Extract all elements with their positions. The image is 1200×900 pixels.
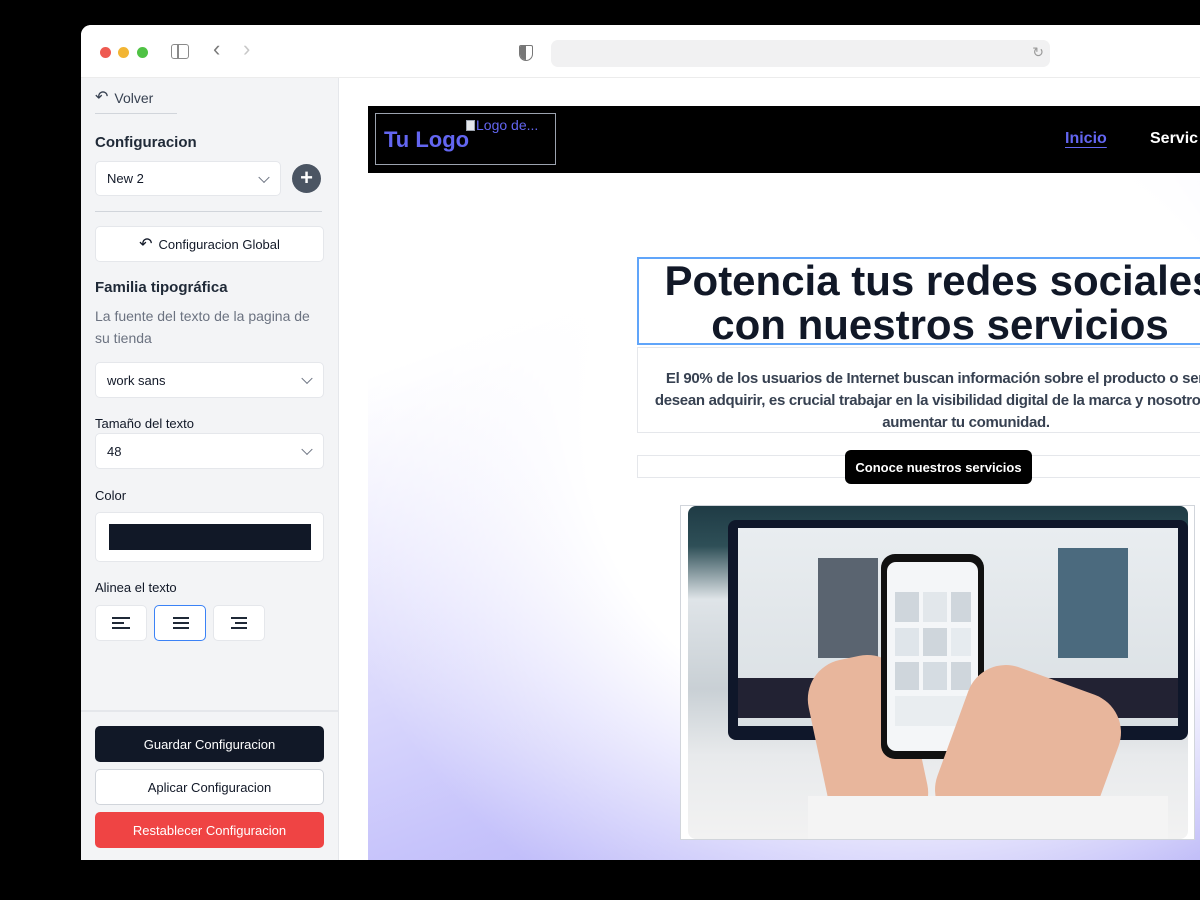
config-select[interactable]: New 2: [95, 161, 281, 196]
align-left-icon: [112, 617, 130, 632]
nav-link-servicios[interactable]: Servic: [1150, 130, 1198, 148]
color-picker[interactable]: [95, 512, 324, 562]
logo-text: Tu Logo: [384, 127, 470, 152]
align-right-icon: [231, 617, 249, 632]
text-size-select[interactable]: 48: [95, 433, 324, 469]
undo-arrow-icon: ↶: [139, 236, 153, 253]
chevron-down-icon: [258, 171, 270, 183]
site-navbar: Tu Logo Logo de... Inicio Servic: [368, 106, 1200, 173]
address-bar[interactable]: ↻: [551, 40, 1050, 67]
minimize-window-button[interactable]: [118, 47, 129, 58]
browser-window: ‹ › ↻ ↶ Volver Configuracion New 2 + ↶ C…: [81, 25, 1200, 860]
divider: [95, 211, 322, 212]
config-title: Configuracion: [95, 134, 197, 151]
forward-arrow-icon[interactable]: ›: [243, 38, 250, 60]
reset-config-button[interactable]: Restablecer Configuracion: [95, 812, 324, 848]
text-size-label: Tamaño del texto: [95, 416, 195, 431]
config-sidebar: ↶ Volver Configuracion New 2 + ↶ Configu…: [81, 78, 339, 860]
chevron-down-icon: [301, 372, 313, 385]
save-config-button[interactable]: Guardar Configuracion: [95, 726, 324, 762]
global-config-label: Configuracion Global: [158, 236, 280, 252]
font-family-select[interactable]: work sans: [95, 362, 324, 398]
close-window-button[interactable]: [100, 47, 111, 58]
align-center-button[interactable]: [154, 605, 206, 641]
add-config-button[interactable]: +: [292, 164, 321, 193]
hero-image: [688, 506, 1188, 839]
divider: [81, 710, 338, 712]
privacy-shield-icon[interactable]: [519, 45, 533, 61]
align-label: Alinea el texto: [95, 580, 177, 595]
broken-image-icon: [466, 119, 475, 131]
chevron-down-icon: [301, 443, 313, 456]
font-family-description: La fuente del texto de la pagina de su t…: [95, 308, 310, 346]
maximize-window-button[interactable]: [137, 47, 148, 58]
preview-pane: Tu Logo Logo de... Inicio Servic Potenci…: [340, 78, 1200, 860]
align-right-button[interactable]: [213, 605, 265, 641]
align-center-icon: [172, 617, 190, 632]
color-swatch[interactable]: [109, 524, 311, 550]
sidebar-toggle-icon[interactable]: [171, 44, 189, 59]
text-size-value: 48: [107, 443, 122, 459]
apply-config-button[interactable]: Aplicar Configuracion: [95, 769, 324, 805]
config-select-value: New 2: [107, 171, 144, 186]
hero-subtitle-block[interactable]: El 90% de los usuarios de Internet busca…: [637, 347, 1200, 433]
keyboard-graphic: [808, 796, 1168, 839]
reload-icon[interactable]: ↻: [1032, 44, 1044, 61]
logo-container[interactable]: Tu Logo Logo de...: [375, 113, 556, 165]
browser-titlebar: ‹ › ↻: [81, 25, 1200, 78]
hero-image-frame[interactable]: [680, 505, 1195, 840]
font-family-title: Familia tipográfica: [95, 279, 228, 296]
back-label: Volver: [114, 90, 154, 106]
logo-image: Logo de...: [466, 117, 538, 133]
undo-arrow-icon: ↶: [95, 89, 109, 106]
nav-link-inicio[interactable]: Inicio: [1065, 130, 1107, 148]
back-link[interactable]: ↶ Volver: [95, 90, 177, 114]
logo-alt-text: Logo de...: [476, 117, 539, 133]
hero-title: Potencia tus redes sociales con nuestros…: [664, 257, 1200, 345]
hero-subtitle: El 90% de los usuarios de Internet busca…: [654, 370, 1200, 431]
global-config-button[interactable]: ↶ Configuracion Global: [95, 226, 324, 262]
font-family-value: work sans: [107, 372, 166, 388]
cta-button[interactable]: Conoce nuestros servicios: [845, 450, 1032, 484]
site-preview: Tu Logo Logo de... Inicio Servic Potenci…: [368, 106, 1200, 860]
hero-title-block[interactable]: Potencia tus redes sociales con nuestros…: [637, 257, 1200, 345]
align-left-button[interactable]: [95, 605, 147, 641]
color-label: Color: [95, 488, 127, 503]
back-arrow-icon[interactable]: ‹: [213, 38, 220, 60]
